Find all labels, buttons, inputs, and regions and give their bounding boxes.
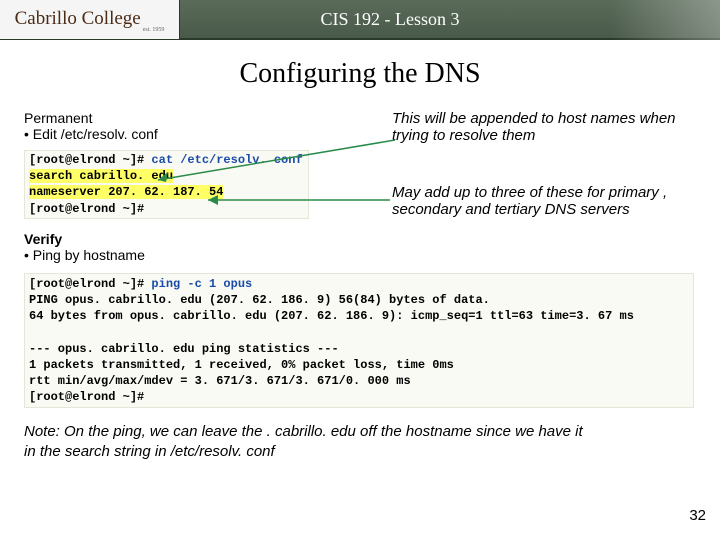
college-logo: Cabrillo College est. 1959	[0, 0, 180, 39]
code-line-3: nameserver 207. 62. 187. 54	[29, 184, 304, 200]
cat-command: cat /etc/resolv. conf	[151, 153, 302, 167]
logo-subtext: est. 1959	[143, 27, 165, 33]
code-line-4: [root@elrond ~]#	[29, 201, 304, 217]
ping-output-body: PING opus. cabrillo. edu (207. 62. 186. …	[29, 293, 634, 404]
content-area: Permanent • Edit /etc/resolv. conf This …	[0, 110, 720, 461]
page-number: 32	[689, 507, 706, 524]
nameserver-annotation: May add up to three of these for primary…	[392, 184, 712, 218]
nameserver-line-highlight: nameserver 207. 62. 187. 54	[29, 185, 223, 199]
header-bg-image	[610, 0, 720, 40]
ping-output-codebox: [root@elrond ~]# ping -c 1 opus PING opu…	[24, 273, 694, 409]
verify-bullet: • Ping by hostname	[24, 247, 700, 263]
code-line-1: [root@elrond ~]# cat /etc/resolv. conf	[29, 152, 304, 168]
footnote: Note: On the ping, we can leave the . ca…	[24, 422, 584, 461]
verify-heading: Verify	[24, 231, 700, 247]
slide-header: Cabrillo College est. 1959 CIS 192 - Les…	[0, 0, 720, 40]
search-annotation: This will be appended to host names when…	[392, 110, 712, 144]
resolv-conf-codebox: [root@elrond ~]# cat /etc/resolv. conf s…	[24, 150, 309, 219]
search-line-highlight: search cabrillo. edu	[29, 169, 173, 183]
logo-text: Cabrillo College	[15, 8, 141, 30]
ping-command: ping -c 1 opus	[151, 277, 252, 291]
page-title: Configuring the DNS	[0, 58, 720, 90]
code-line-2: search cabrillo. edu	[29, 168, 304, 184]
